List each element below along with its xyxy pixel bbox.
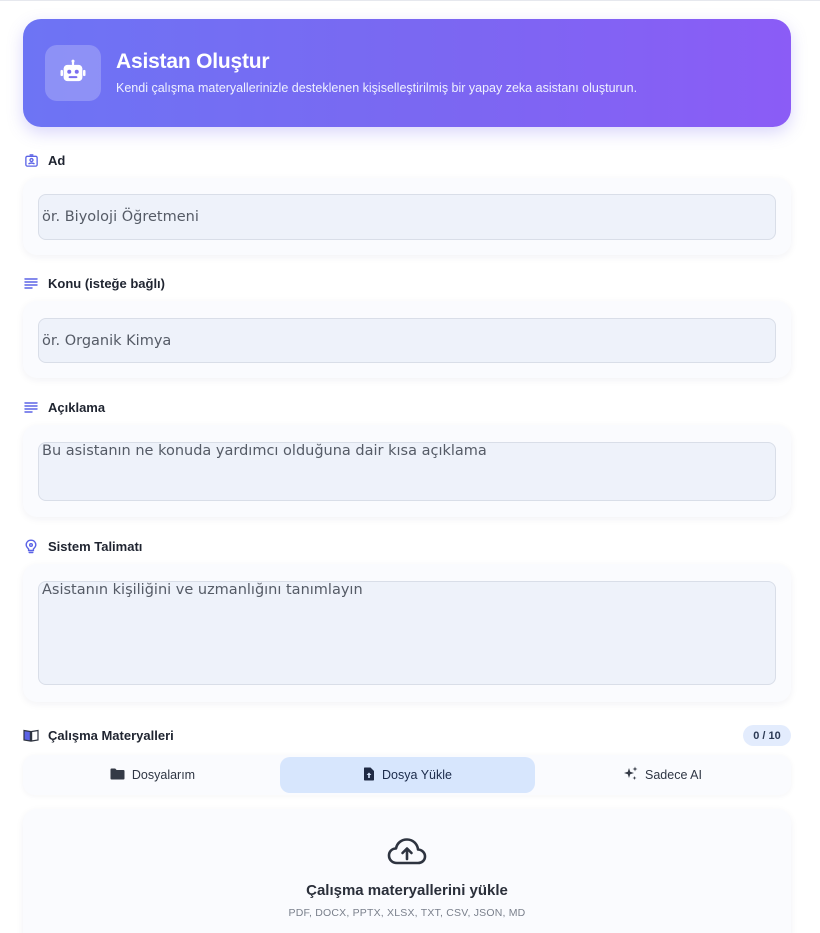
tab-upload-file-label: Dosya Yükle [382, 768, 452, 782]
system-placeholder: Asistanın kişiliğini ve uzmanlığını tanı… [42, 582, 363, 598]
materials-label-row: Çalışma Materyalleri [23, 727, 174, 743]
system-textarea[interactable]: Asistanın kişiliğini ve uzmanlığını tanı… [38, 581, 776, 685]
system-label-row: Sistem Talimatı [23, 538, 142, 554]
page-title: Asistan Oluştur [116, 50, 270, 73]
tab-upload-file[interactable]: Dosya Yükle [280, 757, 535, 793]
upload-dropzone[interactable]: Çalışma materyallerini yükle PDF, DOCX, … [23, 809, 791, 933]
topic-placeholder: ör. Organik Kimya [42, 332, 172, 349]
topic-label: Konu (isteğe bağlı) [48, 275, 165, 291]
tab-ai-only[interactable]: Sadece AI [535, 757, 790, 793]
system-card: Asistanın kişiliğini ve uzmanlığını tanı… [23, 564, 791, 702]
id-badge-icon [23, 152, 39, 168]
name-label: Ad [48, 152, 66, 168]
description-card: Bu asistanın ne konuda yardımcı olduğuna… [23, 425, 791, 517]
folder-icon [110, 768, 125, 783]
description-textarea[interactable]: Bu asistanın ne konuda yardımcı olduğuna… [38, 442, 776, 501]
name-placeholder: ör. Biyoloji Öğretmeni [42, 209, 199, 225]
topic-label-row: Konu (isteğe bağlı) [23, 275, 165, 291]
tab-ai-only-label: Sadece AI [645, 768, 702, 782]
robot-icon [45, 45, 101, 101]
header-banner: Asistan Oluştur Kendi çalışma materyalle… [23, 19, 791, 127]
topic-card: ör. Organik Kimya [23, 301, 791, 378]
lightbulb-icon [23, 538, 39, 554]
name-label-row: Ad [23, 152, 65, 168]
lines-icon [23, 399, 39, 415]
sparkle-icon [623, 766, 638, 784]
upload-formats: PDF, DOCX, PPTX, XLSX, TXT, CSV, JSON, M… [288, 907, 526, 919]
materials-tabs: Dosyalarım Dosya Yükle Sadece AI [23, 755, 791, 795]
lines-icon [23, 275, 39, 291]
description-label-row: Açıklama [23, 399, 105, 415]
upload-title: Çalışma materyallerini yükle [306, 882, 508, 899]
file-upload-icon [363, 767, 375, 784]
name-card: ör. Biyoloji Öğretmeni [23, 178, 791, 255]
top-divider [0, 0, 820, 1]
name-input[interactable]: ör. Biyoloji Öğretmeni [38, 194, 776, 240]
system-label: Sistem Talimatı [48, 538, 143, 554]
description-label: Açıklama [48, 399, 106, 415]
materials-count-badge: 0 / 10 [743, 725, 791, 746]
cloud-upload-icon [387, 837, 427, 867]
page-subtitle: Kendi çalışma materyallerinizle destekle… [116, 81, 638, 95]
tab-my-files-label: Dosyalarım [131, 768, 196, 782]
book-icon [23, 727, 39, 743]
tab-my-files[interactable]: Dosyalarım [25, 757, 280, 793]
materials-label: Çalışma Materyalleri [48, 727, 174, 743]
topic-input[interactable]: ör. Organik Kimya [38, 318, 776, 363]
description-placeholder: Bu asistanın ne konuda yardımcı olduğuna… [42, 443, 487, 459]
